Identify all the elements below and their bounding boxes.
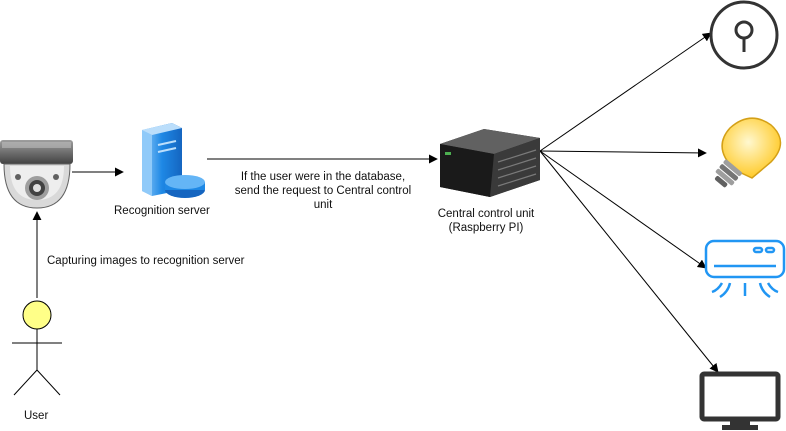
edge-central-to-ac — [539, 150, 707, 269]
user-to-camera-label: Capturing images to recognition server — [47, 255, 245, 267]
light-bulb-icon — [714, 117, 782, 188]
central-control-unit-label-line2: (Raspberry PI) — [448, 222, 524, 234]
rack-server-icon — [440, 129, 540, 197]
monitor-icon — [699, 371, 781, 430]
central-control-unit-label-line1: Central control unit — [437, 208, 535, 220]
recognition-server-label: Recognition server — [114, 205, 210, 217]
lock-icon — [709, 0, 779, 70]
air-conditioner-icon — [704, 239, 786, 299]
edge-central-to-light — [539, 148, 707, 158]
server-to-central-label: If the user were in the database, send t… — [218, 170, 428, 212]
server-to-central-label-line1: If the user were in the database, — [240, 171, 406, 183]
edge-central-to-tv — [539, 150, 719, 373]
dome-camera-icon — [0, 140, 73, 209]
server-to-central-label-line3: unit — [313, 199, 333, 211]
edge-central-to-lock — [539, 32, 712, 152]
user-actor-icon — [12, 300, 62, 396]
server-to-central-label-line2: send the request to Central control — [234, 185, 412, 197]
server-icon — [142, 123, 205, 198]
user-label: User — [24, 410, 49, 422]
central-control-unit-label: Central control unit (Raspberry PI) — [428, 207, 544, 235]
